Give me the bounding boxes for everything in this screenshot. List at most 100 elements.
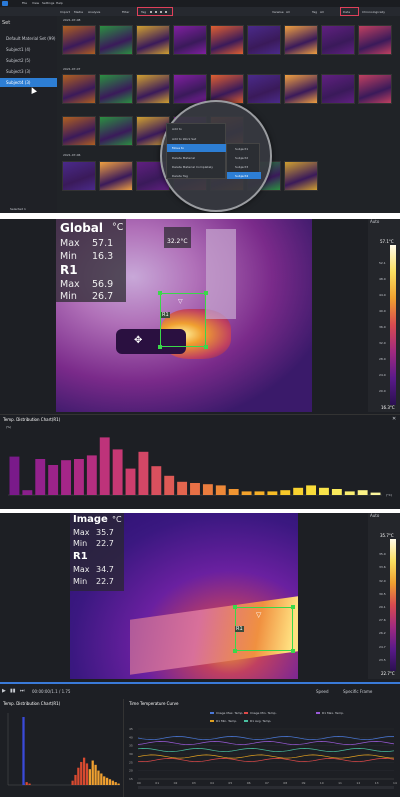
submenu-subject3[interactable]: Subject3 [235, 165, 248, 169]
tag-dot-1[interactable] [150, 11, 152, 13]
chart-bar [112, 449, 123, 495]
material-thumbnail[interactable] [321, 74, 355, 104]
roi-handle-br[interactable] [291, 649, 295, 653]
time-scrollbar[interactable] [138, 786, 394, 789]
material-thumbnail[interactable] [210, 25, 244, 55]
import-button[interactable]: Import [60, 10, 70, 14]
sidebar-item-label: Default Material Set (99) [6, 36, 56, 41]
menu-file[interactable]: File [22, 1, 27, 5]
filter-button[interactable]: Filter [122, 10, 129, 14]
material-thumbnail[interactable] [99, 74, 133, 104]
cursor-temp-value: 32.2°C [167, 238, 188, 245]
menu-delete-tag[interactable]: Delete Tag [172, 174, 188, 178]
scale-tick-label: 33.6 [379, 565, 386, 570]
sidebar: Set Default Material Set (99) Subject1 (… [0, 16, 57, 213]
menu-delete-material[interactable]: Delete Material [172, 156, 195, 160]
image-title: Image [73, 514, 108, 525]
roi-handle-bl[interactable] [233, 649, 237, 653]
menu-view[interactable]: View [32, 1, 39, 5]
submenu-subject2[interactable]: Subject2 [235, 156, 248, 160]
tag-filter-highlight[interactable]: Tag [137, 7, 173, 16]
chart-bar [138, 451, 149, 495]
material-thumbnail[interactable] [99, 116, 133, 146]
roi-handle-br[interactable] [204, 345, 208, 349]
roi-max-marker: ▽ [256, 611, 262, 619]
material-thumbnail[interactable] [62, 116, 96, 146]
material-thumbnail[interactable] [173, 74, 207, 104]
material-thumbnail[interactable] [99, 25, 133, 55]
menu-add-to-work-set[interactable]: Add to Work Set [172, 137, 196, 141]
roi-handle-tr[interactable] [291, 605, 295, 609]
chart-bar [331, 489, 342, 495]
tag-dot-4[interactable] [165, 11, 167, 13]
roi-rectangle[interactable]: R1 ▽ [233, 605, 295, 653]
menu-settings[interactable]: Settings [42, 1, 54, 5]
global-title: Global [60, 221, 104, 235]
material-thumbnail[interactable] [136, 74, 170, 104]
menu-delete-completely[interactable]: Delete Material Completely [172, 165, 213, 169]
sidebar-item-subject4[interactable]: Subject4 (3) [0, 78, 57, 87]
analysis-button[interactable]: Analysis [88, 10, 100, 14]
material-thumbnail[interactable] [358, 25, 392, 55]
material-thumbnail[interactable] [358, 74, 392, 104]
material-thumbnail[interactable] [247, 25, 281, 55]
material-thumbnail[interactable] [284, 161, 318, 191]
scale-top-value: 35.7°C [380, 533, 394, 538]
scale-auto[interactable]: Auto [370, 219, 379, 224]
material-thumbnail[interactable] [284, 25, 318, 55]
varwise-select[interactable]: All [286, 10, 290, 14]
media-button[interactable]: Media [74, 10, 83, 14]
video-progress-bar[interactable] [0, 682, 400, 684]
distribution-chart-small [7, 713, 120, 786]
roi-handle-tr[interactable] [204, 291, 208, 295]
chart-bar [215, 485, 226, 495]
tag-dot-2[interactable] [155, 11, 157, 13]
x-tick-label: 08 [283, 781, 287, 785]
menu-move-to[interactable]: Move to [167, 144, 227, 152]
submenu-subject4[interactable]: Subject4 [227, 172, 261, 179]
sidebar-item-subject2[interactable]: Subject2 (5) [0, 56, 57, 65]
material-thumbnail[interactable] [284, 74, 318, 104]
scale-tick-label: 48.0 [379, 277, 386, 281]
distribution-chart-panel: Temp. Distribution Chart(R1) ✕ (%) (°C) [0, 414, 400, 509]
roi-handle-tl[interactable] [233, 605, 237, 609]
tag-label: Tag [312, 10, 318, 14]
color-scale-bar [390, 245, 396, 405]
material-thumbnail[interactable] [99, 161, 133, 191]
material-thumbnail[interactable] [62, 25, 96, 55]
series-line [137, 754, 395, 759]
play-button[interactable]: ▶ [2, 688, 6, 694]
menu-add-to[interactable]: Add to [172, 127, 182, 131]
roi-rectangle[interactable]: R1 ▽ [158, 291, 208, 349]
roi-handle-bl[interactable] [158, 345, 162, 349]
varwise-label: Varwise [272, 10, 284, 14]
global-min-value: 16.3 [92, 251, 114, 262]
speed-label[interactable]: Speed [316, 689, 329, 694]
tag-dot-3[interactable] [160, 11, 162, 13]
sidebar-item-label: Subject4 (3) [6, 80, 31, 85]
sidebar-item-default[interactable]: Default Material Set (99) [0, 34, 57, 43]
step-button[interactable]: ⏭ [20, 688, 25, 694]
tag-select[interactable]: All [320, 10, 324, 14]
image-min-label: Min [73, 539, 88, 548]
image-max-value: 35.7 [96, 528, 114, 537]
material-thumbnail[interactable] [321, 25, 355, 55]
material-thumbnail[interactable] [173, 25, 207, 55]
specific-frame-label[interactable]: Specific Frame [343, 689, 372, 694]
material-thumbnail[interactable] [247, 74, 281, 104]
sidebar-item-subject3[interactable]: Subject3 (3) [0, 67, 57, 76]
material-thumbnail[interactable] [136, 25, 170, 55]
r1-max-label: Max [60, 279, 80, 290]
material-thumbnail[interactable] [62, 74, 96, 104]
mouse-cursor-icon [29, 86, 37, 94]
pause-button[interactable]: ▮▮ [10, 688, 16, 694]
chronologically-label[interactable]: Chronologically [362, 10, 385, 14]
roi-handle-tl[interactable] [158, 291, 162, 295]
material-thumbnail[interactable] [62, 161, 96, 191]
sidebar-item-subject1[interactable]: Subject1 (4) [0, 45, 57, 54]
submenu-subject1[interactable]: Subject1 [235, 147, 248, 151]
date-sort-highlight[interactable]: Date [340, 7, 359, 16]
menu-help[interactable]: Help [56, 1, 63, 5]
chart-bar [73, 459, 84, 495]
scale-auto[interactable]: Auto [370, 513, 379, 518]
